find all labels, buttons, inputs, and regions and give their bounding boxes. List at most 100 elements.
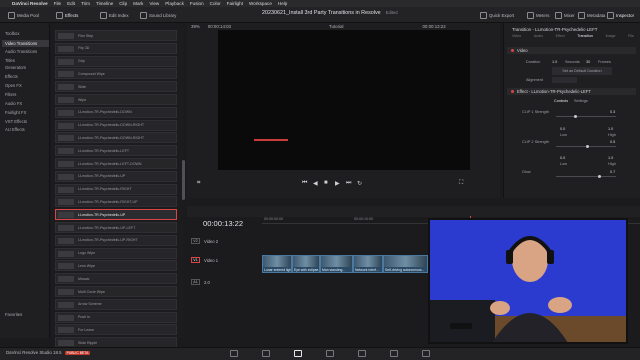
menu-playback[interactable]: Playback — [165, 1, 184, 6]
slider-knob[interactable] — [586, 145, 589, 148]
zoom-level[interactable]: 39% — [191, 24, 200, 29]
effect-item[interactable]: LLmotion-TR-Psychedelic-DOWN — [55, 106, 177, 118]
alignment-select[interactable] — [552, 77, 577, 83]
frames-input[interactable]: 30 — [586, 60, 590, 64]
menu-fairlight[interactable]: Fairlight — [227, 1, 243, 6]
timeline-name[interactable]: Tutorial — [329, 24, 343, 29]
effect-item[interactable]: Logo Wipe — [55, 247, 177, 259]
set-default-duration-button[interactable]: Set as Default Duration — [552, 67, 612, 75]
effects-button[interactable]: Effects — [56, 10, 78, 20]
effect-item[interactable]: LLmotion-TR-Psychedelic-DOWN-RIGHT — [55, 132, 177, 144]
metadata-button[interactable]: Metadata — [578, 10, 605, 20]
skip-forward-icon[interactable]: ⏭ — [346, 180, 351, 187]
tab-effect[interactable]: Effect — [556, 34, 565, 44]
effect-item[interactable]: LLmotion-TR-Psychedelic-UP — [55, 209, 177, 221]
effect-item[interactable]: Push In — [55, 311, 177, 323]
effect-enable-dot-icon[interactable] — [511, 90, 514, 93]
control-value[interactable]: 0.3 — [610, 110, 615, 114]
fullscreen-icon[interactable]: ⛶ — [459, 180, 463, 187]
fusion-page-icon[interactable] — [326, 350, 334, 357]
menu-help[interactable]: Help — [278, 1, 287, 6]
stop-icon[interactable]: ■ — [324, 180, 328, 186]
sidebar-item[interactable]: Filters — [2, 91, 49, 98]
fairlight-page-icon[interactable] — [390, 350, 398, 357]
control-value[interactable]: 0.7 — [610, 170, 615, 174]
menu-fusion[interactable]: Fusion — [190, 1, 204, 6]
menu-mark[interactable]: Mark — [133, 1, 143, 6]
menu-view[interactable]: View — [149, 1, 159, 6]
tab-audio[interactable]: Audio — [534, 34, 543, 44]
edit-index-button[interactable]: Edit Index — [100, 10, 129, 20]
sidebar-item[interactable]: Open FX — [2, 82, 49, 89]
media-pool-button[interactable]: Media Pool — [8, 10, 39, 20]
quick-export-button[interactable]: Quick Export — [480, 10, 514, 20]
effect-item[interactable]: Grip — [55, 55, 177, 67]
video-preview[interactable] — [218, 30, 470, 170]
controls-tab[interactable]: Controls — [554, 99, 568, 103]
skip-back-icon[interactable]: ⏮ — [302, 180, 307, 187]
effect-item[interactable]: LLmotion-TR-Psychedelic-LEFT-DOWN — [55, 158, 177, 169]
control-value[interactable]: 0.0 — [560, 156, 565, 160]
effect-item[interactable]: LLmotion-TR-Psychedelic-UP-LEFT — [55, 222, 177, 233]
reverse-play-icon[interactable]: ◀ — [313, 180, 318, 187]
effect-item[interactable]: For Leave — [55, 324, 177, 336]
timeline-clip[interactable]: Self-driving autonomous... — [383, 255, 428, 273]
menu-trim[interactable]: Trim — [81, 1, 90, 6]
enable-dot-icon[interactable] — [511, 49, 514, 52]
tab-file[interactable]: File — [628, 34, 634, 44]
sidebar-item[interactable]: Audio Transitions — [2, 48, 49, 55]
control-value[interactable]: 0.0 — [560, 127, 565, 131]
control-slider[interactable] — [556, 145, 616, 148]
media-page-icon[interactable] — [230, 350, 238, 357]
effect-item[interactable]: Film Strip — [55, 30, 177, 41]
sidebar-item[interactable]: Generators — [2, 64, 49, 71]
effect-item[interactable]: LLmotion-TR-Psychedelic-RIGHT-UP — [55, 196, 177, 208]
effect-item[interactable]: Slide — [55, 81, 177, 93]
effect-item[interactable]: Compound Wipe — [55, 68, 177, 80]
tab-transition[interactable]: Transition — [577, 34, 593, 44]
slider-knob[interactable] — [598, 175, 601, 178]
control-value[interactable]: 0.5 — [610, 140, 615, 144]
menu-file[interactable]: File — [54, 1, 61, 6]
sidebar-item[interactable]: Audio FX — [2, 100, 49, 107]
loop-icon[interactable]: ↻ — [357, 180, 362, 187]
effect-item[interactable]: Lens Wipe — [55, 260, 177, 272]
cut-page-icon[interactable] — [262, 350, 270, 357]
effect-item[interactable]: LLmotion-TR-Psychedelic-UP — [55, 170, 177, 182]
app-menu[interactable]: DaVinci Resolve — [12, 1, 48, 6]
settings-tab[interactable]: Settings — [574, 99, 588, 103]
menu-workspace[interactable]: Workspace — [249, 1, 272, 6]
effect-item[interactable]: LLmotion-TR-Psychedelic-DOWN-RIGHT — [55, 119, 177, 131]
color-page-icon[interactable] — [358, 350, 366, 357]
edit-page-icon[interactable] — [294, 350, 302, 357]
effect-item[interactable]: LLmotion-TR-Psychedelic-LEFT — [55, 145, 177, 157]
meters-button[interactable]: Meters — [527, 10, 549, 20]
menu-color[interactable]: Color — [210, 1, 221, 6]
match-frame-icon[interactable]: ⌗ — [197, 180, 200, 187]
play-icon[interactable]: ▶ — [335, 180, 340, 187]
sidebar-item[interactable]: Video Transitions — [2, 40, 49, 47]
sidebar-item[interactable]: AU Effects — [2, 126, 49, 133]
control-slider[interactable] — [556, 175, 616, 178]
effect-item[interactable]: Multi Circle Wipe — [55, 286, 177, 297]
effect-item[interactable]: Flip 3D — [55, 42, 177, 54]
sidebar-item[interactable]: VST Effects — [2, 118, 49, 125]
effect-section-header[interactable]: Effect - LLmotion-TR-Psychedelic-LEFT — [507, 88, 636, 95]
timeline-clip[interactable]: Eye with eclipse... — [292, 255, 320, 273]
sidebar-favorites[interactable]: Favorites — [2, 311, 49, 318]
timeline-clip[interactable]: Network interf... — [353, 255, 383, 273]
track-v1[interactable]: V1 Video 1 — [191, 257, 218, 263]
duration-input[interactable]: 1.0 — [552, 60, 557, 64]
slider-knob[interactable] — [574, 115, 577, 118]
effect-item[interactable]: Mosaic — [55, 273, 177, 285]
sidebar-item[interactable]: Titles — [2, 57, 49, 64]
track-v2[interactable]: V2 Video 2 — [191, 238, 218, 244]
sidebar-item[interactable]: Fairlight FX — [2, 109, 49, 116]
timeline-clip[interactable]: Man standing... — [320, 255, 353, 273]
effect-item[interactable]: Arrow Scheme — [55, 298, 177, 310]
deliver-page-icon[interactable] — [422, 350, 430, 357]
sound-library-button[interactable]: Sound Library — [140, 10, 176, 20]
timeline-clip[interactable]: Lunar entered light... — [262, 255, 292, 273]
effect-item[interactable]: LLmotion-TR-Psychedelic-RIGHT — [55, 183, 177, 195]
tab-video[interactable]: Video — [512, 34, 521, 44]
